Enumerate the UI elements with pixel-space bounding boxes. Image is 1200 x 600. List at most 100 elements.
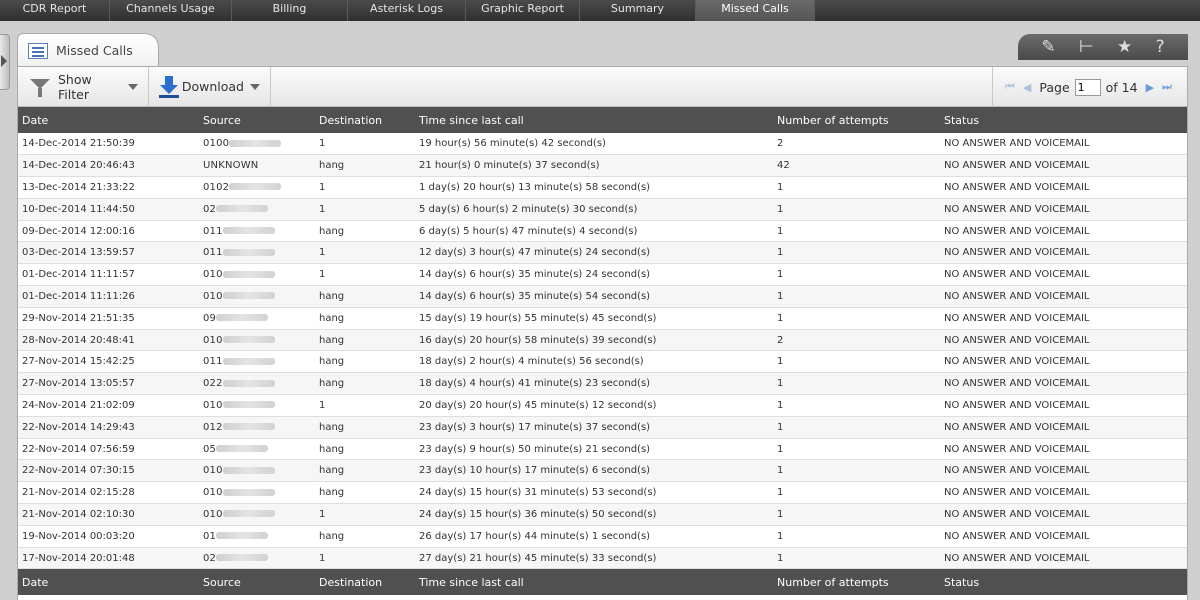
column-header[interactable]: Destination — [315, 568, 415, 595]
cell-status: NO ANSWER AND VOICEMAIL — [940, 263, 1187, 287]
cell-source: 010 — [199, 329, 315, 352]
source-number: 01 — [203, 530, 217, 542]
table-row[interactable]: 27-Nov-2014 13:05:57 022 hang 18 day(s) 4 h… — [18, 372, 1187, 396]
table-row[interactable]: 17-Nov-2014 20:01:48 02 1 27 day(s) 21 hour… — [18, 547, 1187, 570]
cell-attempts: 1 — [773, 176, 940, 199]
cell-since: 18 day(s) 2 hour(s) 4 minute(s) 56 secon… — [415, 350, 773, 374]
source-number: 012 — [203, 421, 223, 433]
column-header[interactable]: Time since last call — [415, 107, 773, 133]
cell-attempts: 1 — [773, 503, 940, 526]
redacted-digits — [222, 292, 275, 300]
table-row[interactable]: 19-Nov-2014 00:03:20 01 hang 26 day(s) 17 h… — [18, 525, 1187, 548]
nav-asterisk-logs[interactable]: Asterisk Logs — [348, 0, 466, 21]
column-header[interactable]: Source — [199, 107, 315, 133]
table-row[interactable]: 27-Nov-2014 15:42:25 011 hang 18 day(s) 2 h… — [18, 350, 1187, 374]
cell-dest: hang — [315, 307, 415, 330]
cell-attempts: 1 — [773, 285, 940, 308]
column-header[interactable]: Time since last call — [415, 568, 773, 595]
download-button[interactable]: Download — [149, 66, 271, 107]
nav-cdr-report[interactable]: CDR Report — [0, 0, 110, 21]
redacted-digits — [222, 488, 275, 496]
table-row[interactable]: 21-Nov-2014 02:15:28 010 hang 24 day(s) 15 … — [18, 481, 1187, 505]
cell-source: 012 — [199, 416, 315, 439]
source-number: 010 — [203, 290, 223, 302]
table-row[interactable]: 28-Nov-2014 20:48:41 010 hang 16 day(s) 20 … — [18, 329, 1187, 352]
table-row[interactable]: 29-Nov-2014 21:51:35 09 hang 15 day(s) 19 h… — [18, 307, 1187, 330]
table-row[interactable]: 01-Dec-2014 11:11:57 010 1 14 day(s) 6 hour… — [18, 263, 1187, 287]
edit-icon[interactable]: ✎ — [1041, 38, 1055, 56]
table-row[interactable]: 03-Dec-2014 13:59:57 011 1 12 day(s) 3 hour… — [18, 241, 1187, 265]
cell-status: NO ANSWER AND VOICEMAIL — [940, 307, 1187, 330]
table-row[interactable]: 22-Nov-2014 14:29:43 012 hang 23 day(s) 3 h… — [18, 416, 1187, 439]
first-page-icon[interactable]: ⏮ — [1005, 80, 1015, 94]
cell-status: NO ANSWER AND VOICEMAIL — [940, 220, 1187, 243]
filter-icon — [30, 78, 50, 97]
chevron-right-icon — [1, 55, 7, 67]
cell-source: 01 — [199, 525, 315, 548]
report-panel: Show Filter Download ⏮ ◀ Page of 14 ▶ ⏭ … — [17, 66, 1188, 600]
cell-date: 22-Nov-2014 07:30:15 — [18, 459, 199, 483]
column-header[interactable]: Number of attempts — [773, 107, 940, 133]
nav-summary[interactable]: Summary — [580, 0, 696, 21]
cell-source: 010 — [199, 263, 315, 287]
detach-icon[interactable]: ⊢ — [1079, 38, 1094, 56]
last-page-icon[interactable]: ⏭ — [1162, 80, 1172, 94]
cell-since: 23 day(s) 3 hour(s) 17 minute(s) 37 seco… — [415, 416, 773, 439]
cell-since: 12 day(s) 3 hour(s) 47 minute(s) 24 seco… — [415, 241, 773, 265]
nav-missed-calls[interactable]: Missed Calls — [696, 0, 815, 21]
table-row[interactable]: 24-Nov-2014 21:02:09 010 1 20 day(s) 20 hou… — [18, 394, 1187, 417]
page-number-input[interactable] — [1074, 78, 1101, 96]
table-row[interactable]: 09-Dec-2014 12:00:16 011 hang 6 day(s) 5 ho… — [18, 220, 1187, 243]
cell-attempts: 42 — [773, 154, 940, 178]
cell-status: NO ANSWER AND VOICEMAIL — [940, 481, 1187, 505]
column-header[interactable]: Date — [18, 568, 199, 595]
table-row[interactable]: 22-Nov-2014 07:56:59 05 hang 23 day(s) 9 ho… — [18, 438, 1187, 461]
cell-since: 14 day(s) 6 hour(s) 35 minute(s) 54 seco… — [415, 285, 773, 308]
source-number: 011 — [203, 225, 223, 237]
column-header[interactable]: Destination — [315, 107, 415, 133]
cell-since: 23 day(s) 9 hour(s) 50 minute(s) 21 seco… — [415, 438, 773, 461]
cell-status: NO ANSWER AND VOICEMAIL — [940, 459, 1187, 483]
cell-date: 22-Nov-2014 14:29:43 — [18, 416, 199, 439]
cell-since: 26 day(s) 17 hour(s) 44 minute(s) 1 seco… — [415, 525, 773, 548]
previous-page-icon[interactable]: ◀ — [1023, 81, 1031, 94]
nav-channels-usage[interactable]: Channels Usage — [110, 0, 232, 21]
cell-attempts: 1 — [773, 263, 940, 287]
page-count: of 14 — [1105, 79, 1138, 95]
cell-date: 21-Nov-2014 02:10:30 — [18, 503, 199, 526]
cell-date: 22-Nov-2014 07:56:59 — [18, 438, 199, 461]
table-footer: Date Source Destination Time since last cal… — [18, 568, 1187, 595]
show-filter-button[interactable]: Show Filter — [18, 66, 149, 107]
cell-attempts: 1 — [773, 416, 940, 439]
table-row[interactable]: 10-Dec-2014 11:44:50 02 1 5 day(s) 6 hour(s… — [18, 198, 1187, 221]
cell-attempts: 1 — [773, 350, 940, 374]
source-number: 010 — [203, 334, 223, 346]
cell-since: 21 hour(s) 0 minute(s) 37 second(s) — [415, 154, 773, 178]
cell-date: 01-Dec-2014 11:11:26 — [18, 285, 199, 308]
cell-status: NO ANSWER AND VOICEMAIL — [940, 438, 1187, 461]
cell-since: 16 day(s) 20 hour(s) 58 minute(s) 39 sec… — [415, 329, 773, 352]
star-icon[interactable]: ★ — [1117, 38, 1132, 56]
missed-calls-table: Date Source Destination Time since last cal… — [18, 107, 1187, 595]
cell-date: 21-Nov-2014 02:15:28 — [18, 481, 199, 505]
table-row[interactable]: 21-Nov-2014 02:10:30 010 1 24 day(s) 15 hou… — [18, 503, 1187, 526]
help-icon[interactable]: ? — [1156, 38, 1165, 56]
next-page-icon[interactable]: ▶ — [1146, 81, 1154, 94]
cell-date: 03-Dec-2014 13:59:57 — [18, 241, 199, 265]
nav-billing[interactable]: Billing — [232, 0, 348, 21]
table-row[interactable]: 13-Dec-2014 21:33:22 0102 1 1 day(s) 20 hou… — [18, 176, 1187, 199]
table-row[interactable]: 22-Nov-2014 07:30:15 010 hang 23 day(s) 10 … — [18, 459, 1187, 483]
column-header[interactable]: Date — [18, 107, 199, 133]
cell-date: 01-Dec-2014 11:11:57 — [18, 263, 199, 287]
column-header[interactable]: Source — [199, 568, 315, 595]
table-row[interactable]: 14-Dec-2014 20:46:43 UNKNOWN hang 21 hour(s… — [18, 154, 1187, 178]
tab-missed-calls[interactable]: Missed Calls — [17, 33, 159, 67]
cell-dest: hang — [315, 372, 415, 396]
column-header[interactable]: Status — [940, 107, 1187, 133]
column-header[interactable]: Status — [940, 568, 1187, 595]
table-row[interactable]: 01-Dec-2014 11:11:26 010 hang 14 day(s) 6 h… — [18, 285, 1187, 308]
column-header[interactable]: Number of attempts — [773, 568, 940, 595]
sidebar-expand-handle[interactable] — [0, 34, 10, 90]
table-row[interactable]: 14-Dec-2014 21:50:39 0100 1 19 hour(s) 56 m… — [18, 133, 1187, 156]
nav-graphic-report[interactable]: Graphic Report — [466, 0, 580, 21]
